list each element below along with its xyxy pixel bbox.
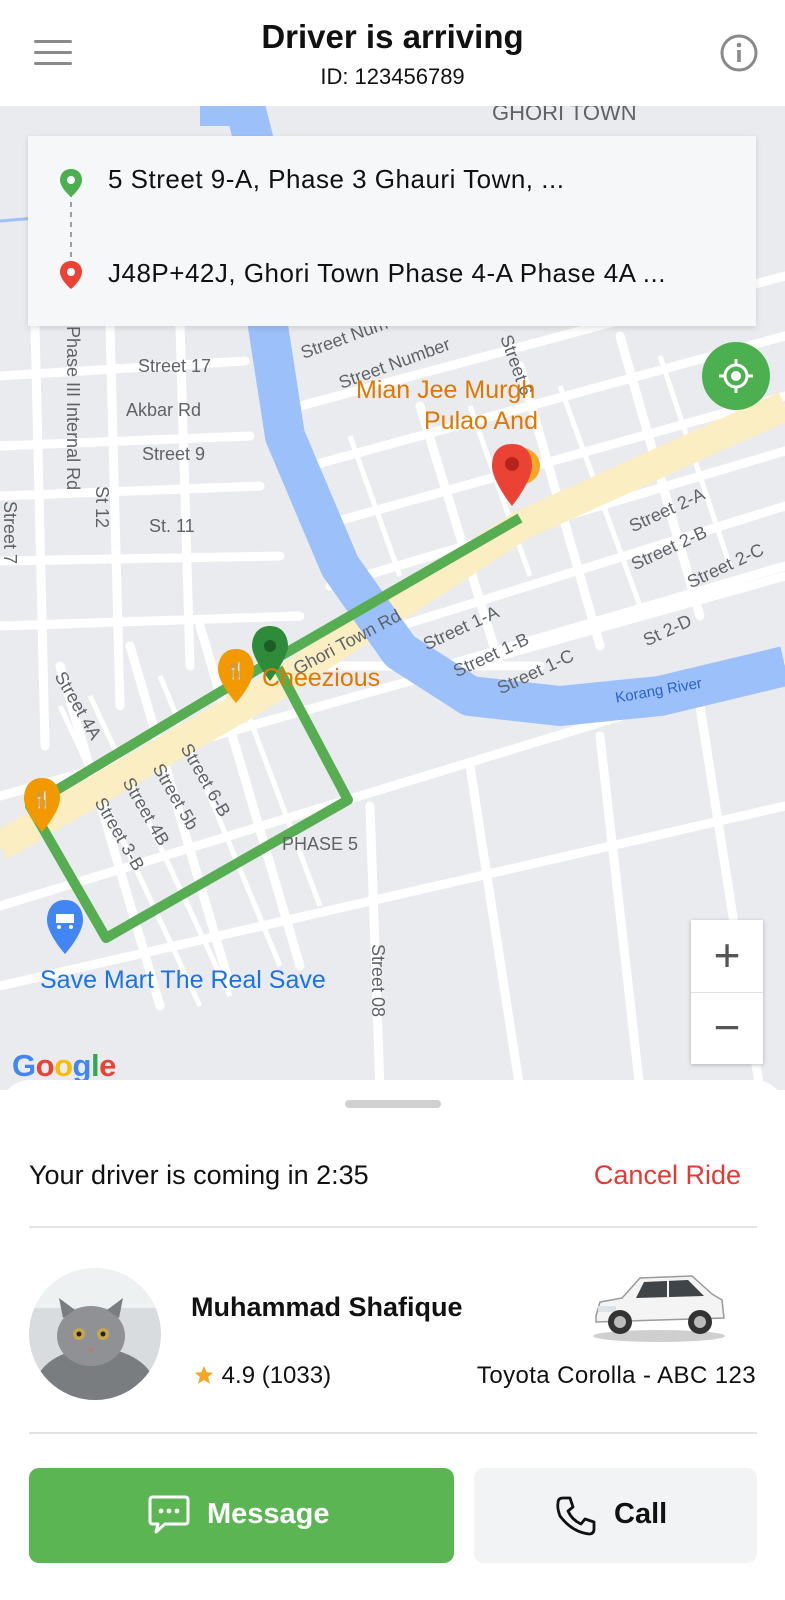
car-image bbox=[588, 1264, 730, 1344]
driver-name: Muhammad Shafique bbox=[191, 1292, 463, 1322]
info-icon[interactable] bbox=[719, 33, 759, 73]
map-label-ghori-town: GHORI TOWN bbox=[492, 106, 637, 125]
my-location-button[interactable] bbox=[702, 342, 770, 410]
map-label-street-9: Street 9 bbox=[142, 444, 206, 464]
zoom-out-label: − bbox=[713, 1001, 741, 1053]
driver-bottom-sheet: Your driver is coming in 2:35 Cancel Rid… bbox=[0, 1080, 785, 1600]
divider bbox=[29, 1432, 757, 1434]
map-label-street-17: Street 17 bbox=[138, 356, 212, 376]
page-title: Driver is arriving bbox=[261, 18, 524, 55]
google-logo: Google bbox=[12, 1048, 116, 1083]
message-button[interactable]: Message bbox=[29, 1468, 454, 1563]
map-label-street-7: Street 7 bbox=[0, 501, 20, 565]
dropoff-address: J48P+42J, Ghori Town Phase 4-A Phase 4A … bbox=[108, 258, 666, 288]
poi-mian-jee-name[interactable]: Mian Jee Murgh bbox=[356, 376, 535, 405]
pickup-address: 5 Street 9-A, Phase 3 Ghauri Town, ... bbox=[108, 164, 565, 194]
driver-avatar bbox=[29, 1268, 161, 1400]
route-card[interactable]: 5 Street 9-A, Phase 3 Ghauri Town, ... J… bbox=[28, 136, 756, 326]
sheet-drag-handle[interactable] bbox=[345, 1100, 441, 1108]
svg-text:🍴: 🍴 bbox=[226, 661, 246, 680]
map-label-akbar-rd: Akbar Rd bbox=[126, 400, 202, 420]
pickup-pin-icon bbox=[60, 169, 82, 197]
poi-cheezious[interactable]: Cheezious bbox=[262, 664, 380, 693]
map-label-st-12: St 12 bbox=[92, 486, 112, 529]
zoom-in-label: + bbox=[713, 929, 741, 981]
call-button-label: Call bbox=[614, 1498, 668, 1530]
dropoff-pin-icon bbox=[492, 444, 540, 506]
driver-rating: 4.9 (1033) bbox=[193, 1362, 331, 1390]
star-icon bbox=[194, 1365, 214, 1384]
map-label-phase-5: PHASE 5 bbox=[282, 834, 359, 854]
zoom-controls: + − bbox=[691, 920, 763, 1064]
poi-mian-jee-name-line2[interactable]: Pulao And bbox=[424, 407, 538, 436]
svg-text:🍴: 🍴 bbox=[32, 790, 52, 809]
divider bbox=[29, 1226, 757, 1228]
map-label-phase3-internal: Phase III Internal Rd bbox=[63, 326, 83, 491]
app-header: Driver is arriving ID: 123456789 bbox=[0, 0, 785, 106]
zoom-in-button[interactable]: + bbox=[691, 920, 763, 993]
zoom-out-button[interactable]: − bbox=[691, 992, 763, 1064]
my-location-icon bbox=[719, 359, 753, 393]
car-details: Toyota Corolla - ABC 123 bbox=[476, 1362, 756, 1389]
rating-value: 4.9 (1033) bbox=[221, 1362, 332, 1389]
poi-save-mart[interactable]: Save Mart The Real Save bbox=[40, 966, 326, 995]
map-label-street-08: Street 08 bbox=[368, 944, 388, 1018]
map-label-st-11: St. 11 bbox=[149, 516, 195, 536]
phone-icon bbox=[556, 1496, 596, 1536]
shopping-cart-pin-icon bbox=[47, 900, 83, 954]
message-button-label: Message bbox=[207, 1498, 330, 1530]
chat-bubble-icon bbox=[148, 1495, 190, 1534]
dropoff-address-pin-icon bbox=[60, 261, 82, 289]
ride-id: ID: 123456789 bbox=[320, 64, 465, 89]
call-button[interactable]: Call bbox=[474, 1468, 757, 1563]
eta-text: Your driver is coming in 2:35 bbox=[29, 1160, 369, 1190]
cancel-ride-button[interactable]: Cancel Ride bbox=[594, 1160, 741, 1191]
